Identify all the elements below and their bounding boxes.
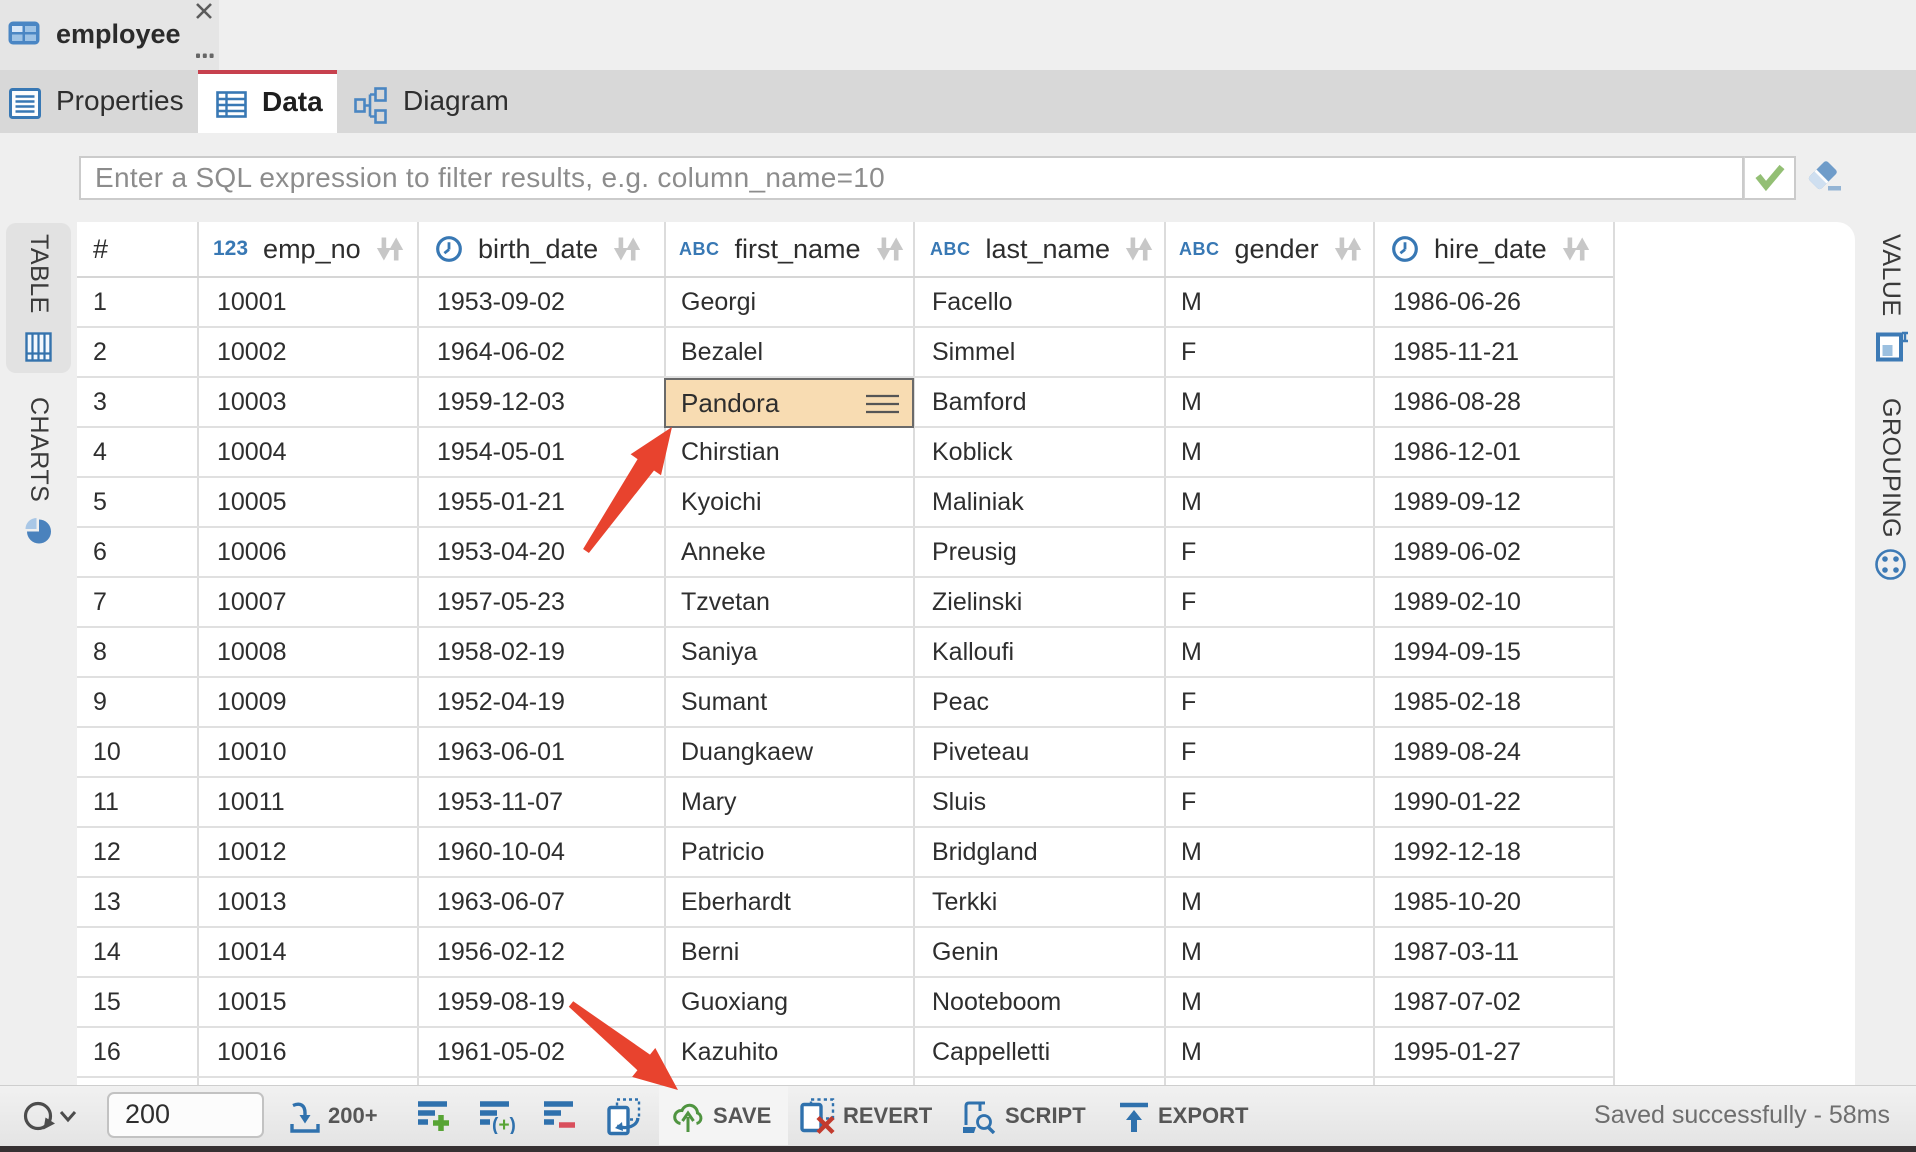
svg-text:+: +: [499, 1115, 510, 1134]
svg-text:): ): [510, 1115, 516, 1134]
